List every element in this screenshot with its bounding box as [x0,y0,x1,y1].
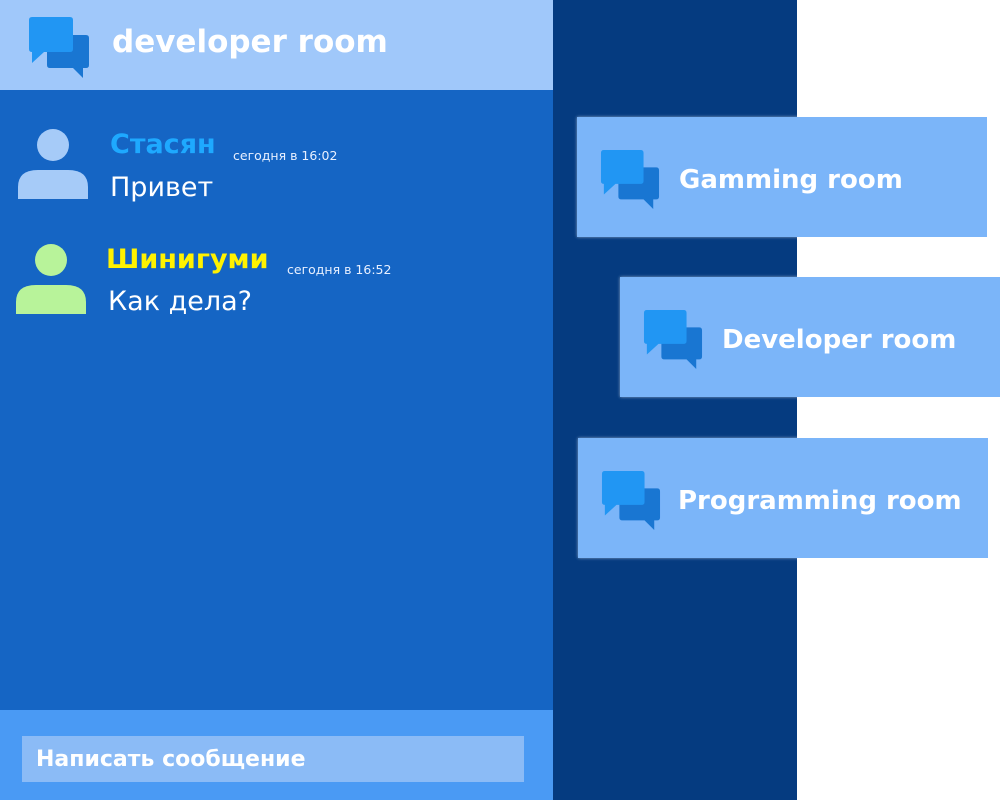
chat-bubbles-icon [601,471,661,535]
room-card-developer[interactable]: Developer room [620,277,1000,397]
message-author: Шинигуми [106,244,269,275]
room-card-gamming[interactable]: Gamming room [577,117,987,237]
chat-bubbles-icon [643,310,703,374]
message-time: сегодня в 16:52 [287,262,392,277]
room-label: Gamming room [679,165,903,195]
message-input[interactable] [22,736,524,782]
user-icon [18,129,88,203]
chat-bubbles-icon [28,17,90,83]
room-label: Developer room [722,325,957,355]
message-text: Как дела? [108,286,253,317]
message-item: Шинигуми сегодня в 16:52 Как дела? [0,236,553,336]
message-composer [0,710,553,800]
message-author: Стасян [110,129,216,160]
room-label: Programming room [678,486,962,516]
chat-header: developer room [0,0,553,90]
message-time: сегодня в 16:02 [233,148,338,163]
message-item: Стасян сегодня в 16:02 Привет [0,120,553,220]
message-text: Привет [110,172,214,203]
user-icon [16,244,86,318]
chat-bubbles-icon [600,150,660,214]
room-card-programming[interactable]: Programming room [578,438,988,558]
room-title: developer room [112,24,388,60]
